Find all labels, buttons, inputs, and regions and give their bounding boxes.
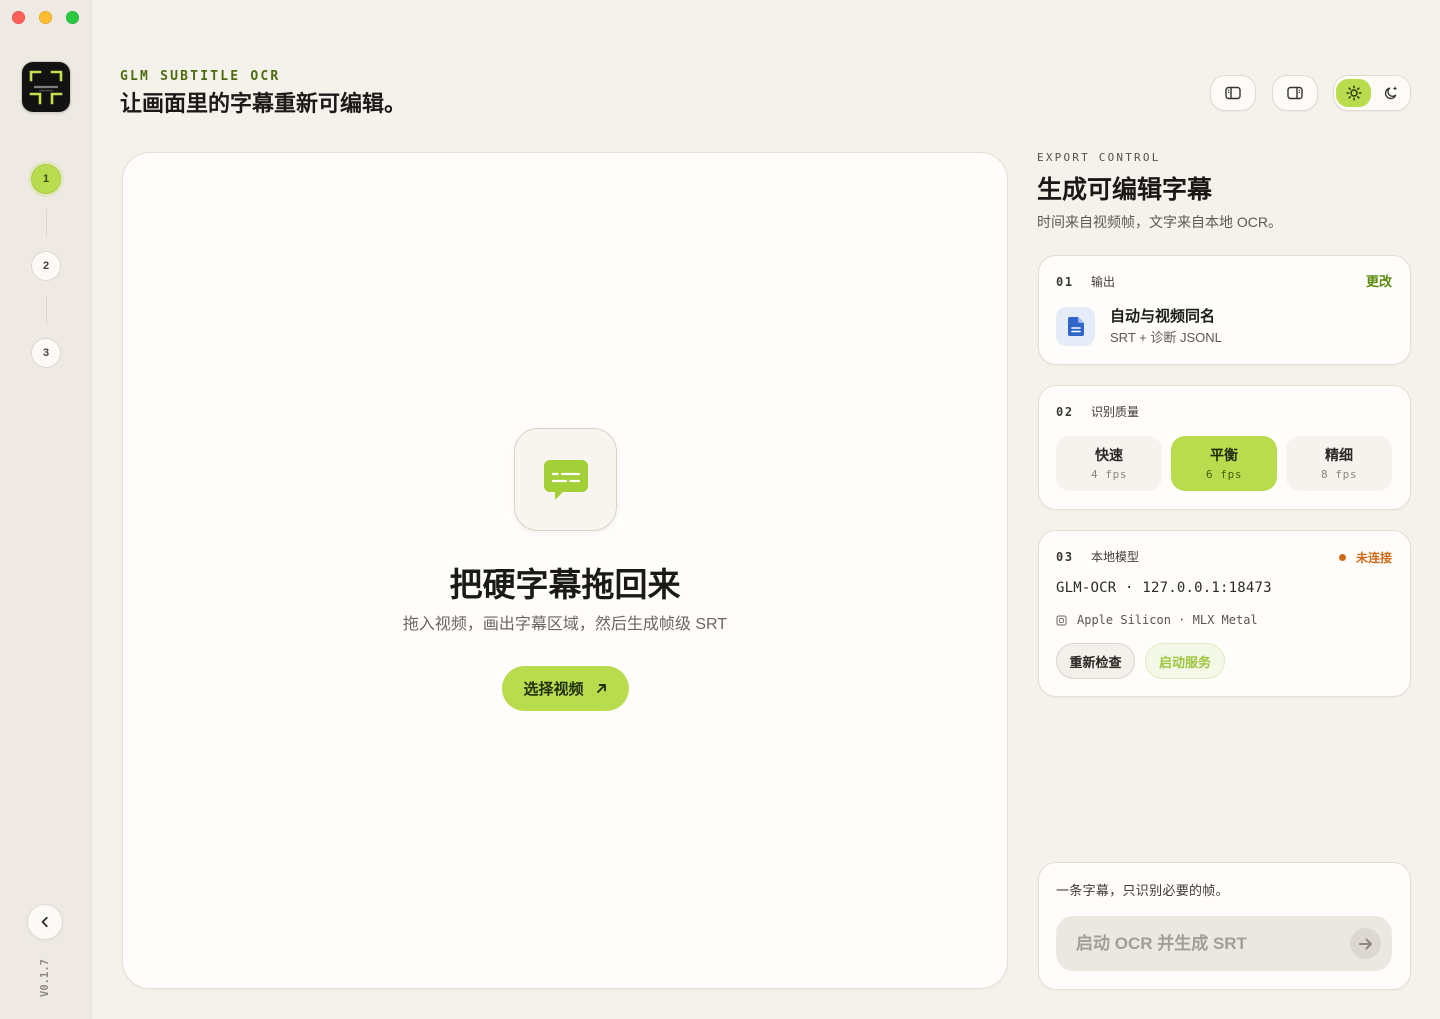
step-connector bbox=[45, 209, 47, 237]
drop-zone-icon-box bbox=[514, 428, 617, 531]
file-icon-box bbox=[1056, 307, 1095, 346]
version-label: V0.1.7 bbox=[39, 959, 51, 997]
quality-card: 02 识别质量 快速 4 fps 平衡 6 fps 精细 8 fps bbox=[1038, 385, 1411, 510]
step-2[interactable]: 2 bbox=[31, 251, 61, 281]
minimize-window-button[interactable] bbox=[38, 10, 52, 24]
status-dot bbox=[1338, 553, 1346, 561]
start-ocr-button[interactable]: 启动 OCR 并生成 SRT bbox=[1056, 916, 1392, 971]
quality-option-fps: 6 fps bbox=[1205, 468, 1243, 481]
arrow-right-icon bbox=[1358, 938, 1372, 949]
light-theme-button[interactable] bbox=[1336, 79, 1371, 107]
model-endpoint: 127.0.0.1:18473 bbox=[1142, 580, 1272, 596]
dark-theme-button[interactable] bbox=[1373, 79, 1408, 107]
card-label: 02 识别质量 bbox=[1056, 404, 1139, 420]
select-video-label: 选择视频 bbox=[523, 681, 584, 698]
panel-title: 生成可编辑字幕 bbox=[1037, 176, 1213, 204]
sun-icon bbox=[1345, 85, 1362, 101]
moon-icon bbox=[1384, 86, 1397, 100]
panel-subtitle: 时间来自视频帧，文字来自本地 OCR。 bbox=[1037, 214, 1282, 230]
file-icon bbox=[1067, 317, 1084, 336]
separator: · bbox=[1125, 580, 1134, 596]
start-ocr-arrow bbox=[1350, 928, 1381, 959]
chevron-left-icon bbox=[41, 916, 48, 928]
sidebar: 1 2 3 V0.1.7 bbox=[0, 0, 92, 1019]
app-logo bbox=[22, 62, 70, 112]
step-1[interactable]: 1 bbox=[31, 164, 61, 194]
model-card: 03 本地模型 未连接 GLM-OCR · 127.0.0.1:18473 Ap… bbox=[1038, 530, 1411, 697]
hardware-name: Apple Silicon bbox=[1077, 613, 1171, 627]
step-number: 3 bbox=[42, 347, 50, 359]
collapse-sidebar-button[interactable] bbox=[27, 904, 63, 940]
recheck-button[interactable]: 重新检查 bbox=[1056, 643, 1135, 679]
backend-name: MLX Metal bbox=[1192, 613, 1258, 627]
app-eyebrow: GLM SUBTITLE OCR bbox=[120, 69, 281, 84]
select-video-button[interactable]: 选择视频 bbox=[502, 666, 629, 711]
quality-option-fast[interactable]: 快速 4 fps bbox=[1056, 436, 1162, 491]
hardware-info: Apple Silicon · MLX Metal bbox=[1077, 612, 1258, 628]
arrow-up-right-icon bbox=[596, 684, 606, 693]
theme-toggle bbox=[1333, 75, 1411, 111]
drop-zone-title: 把硬字幕拖回来 bbox=[449, 566, 681, 603]
connection-status: 未连接 bbox=[1338, 549, 1392, 565]
change-output-link[interactable]: 更改 bbox=[1366, 274, 1392, 290]
status-text: 未连接 bbox=[1355, 550, 1392, 565]
quality-option-label: 快速 bbox=[1095, 447, 1123, 463]
card-title: 本地模型 bbox=[1091, 550, 1140, 564]
quality-option-fine[interactable]: 精细 8 fps bbox=[1286, 436, 1392, 491]
step-3[interactable]: 3 bbox=[31, 338, 61, 368]
panel-eyebrow: EXPORT CONTROL bbox=[1037, 151, 1161, 164]
hardware-line: Apple Silicon · MLX Metal bbox=[1056, 612, 1258, 628]
sidebar-right-icon bbox=[1287, 86, 1303, 100]
chip-icon bbox=[1056, 615, 1067, 625]
toggle-left-panel-button[interactable] bbox=[1210, 75, 1256, 111]
output-card: 01 输出 更改 自动与视频同名 SRT + 诊断 JSONL bbox=[1038, 255, 1411, 365]
zoom-window-button[interactable] bbox=[65, 10, 79, 24]
close-window-button[interactable] bbox=[11, 10, 25, 24]
card-title: 识别质量 bbox=[1091, 405, 1140, 419]
step-number: 2 bbox=[42, 260, 50, 272]
card-index: 03 bbox=[1056, 550, 1074, 564]
page-title: 让画面里的字幕重新可编辑。 bbox=[120, 91, 407, 116]
quality-option-label: 精细 bbox=[1325, 447, 1353, 463]
step-number: 1 bbox=[42, 173, 50, 185]
model-endpoint-line: GLM-OCR · 127.0.0.1:18473 bbox=[1056, 579, 1272, 597]
drop-zone-subtitle: 拖入视频，画出字幕区域，然后生成帧级 SRT bbox=[402, 616, 728, 633]
card-label: 03 本地模型 bbox=[1056, 549, 1139, 565]
run-note: 一条字幕，只识别必要的帧。 bbox=[1056, 883, 1229, 898]
app-window: 1 2 3 V0.1.7 GLM SUBTITLE OCR 让画面里的字幕重新可… bbox=[0, 0, 1440, 1019]
separator: · bbox=[1178, 613, 1186, 627]
card-label: 01 输出 bbox=[1056, 274, 1115, 290]
quality-option-balanced[interactable]: 平衡 6 fps bbox=[1171, 436, 1277, 491]
output-name: 自动与视频同名 bbox=[1110, 308, 1216, 325]
run-card: 一条字幕，只识别必要的帧。 启动 OCR 并生成 SRT bbox=[1038, 862, 1411, 990]
quality-option-fps: 4 fps bbox=[1090, 468, 1128, 481]
sidebar-left-icon bbox=[1225, 86, 1241, 100]
start-service-button[interactable]: 启动服务 bbox=[1145, 643, 1225, 679]
quality-option-label: 平衡 bbox=[1210, 447, 1238, 463]
card-index: 02 bbox=[1056, 405, 1074, 419]
model-name: GLM-OCR bbox=[1056, 580, 1117, 596]
app-logo-icon bbox=[29, 70, 63, 105]
toggle-right-panel-button[interactable] bbox=[1272, 75, 1318, 111]
step-connector bbox=[45, 296, 47, 324]
start-ocr-label: 启动 OCR 并生成 SRT bbox=[1076, 934, 1247, 953]
subtitle-bubble-icon bbox=[543, 459, 588, 500]
card-title: 输出 bbox=[1091, 275, 1116, 289]
quality-option-fps: 8 fps bbox=[1320, 468, 1358, 481]
output-formats: SRT + 诊断 JSONL bbox=[1110, 330, 1222, 345]
video-drop-zone[interactable]: 把硬字幕拖回来 拖入视频，画出字幕区域，然后生成帧级 SRT 选择视频 bbox=[122, 152, 1008, 989]
card-index: 01 bbox=[1056, 275, 1074, 289]
